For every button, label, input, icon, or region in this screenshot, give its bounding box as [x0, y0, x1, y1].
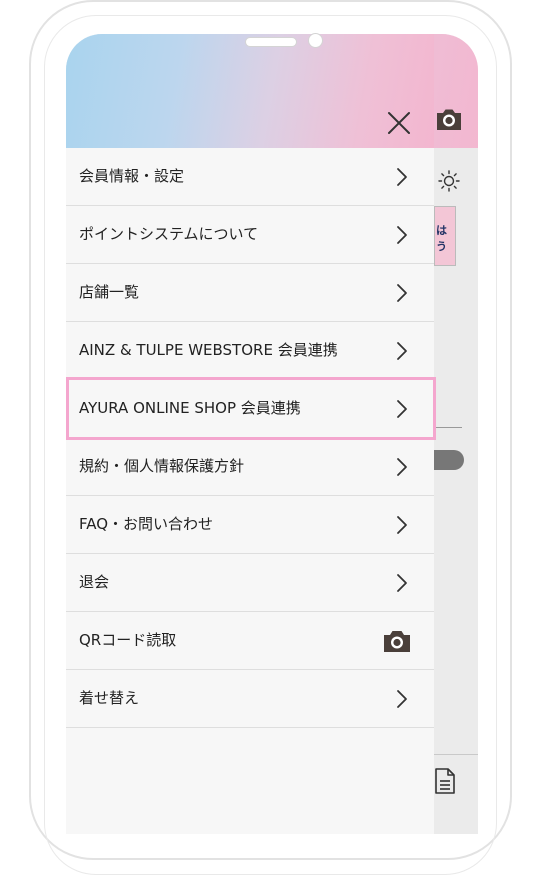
menu-item-theme-change[interactable]: 着せ替え	[66, 670, 434, 728]
camera-icon	[384, 631, 410, 652]
menu-item-label: 規約・個人情報保護方針	[79, 457, 245, 475]
close-icon[interactable]	[382, 106, 416, 140]
menu-item-label: 会員情報・設定	[79, 167, 185, 185]
background-divider	[434, 427, 462, 428]
menu-item-qr-scan[interactable]: QRコード読取	[66, 612, 434, 670]
app-screen: は う 会員情報・設定 ポイントシステムについて 店舗一覧 AINZ & TUL…	[66, 34, 478, 834]
chevron-right-icon	[397, 342, 407, 360]
chevron-right-icon	[397, 458, 407, 476]
camera-icon[interactable]	[434, 104, 464, 134]
chevron-right-icon	[397, 168, 407, 186]
menu-item-faq-contact[interactable]: FAQ・お問い合わせ	[66, 496, 434, 554]
menu-item-label: 着せ替え	[79, 689, 140, 707]
document-icon[interactable]	[434, 767, 456, 795]
menu-item-label: QRコード読取	[79, 631, 177, 649]
menu-item-ainz-tulpe-link[interactable]: AINZ & TULPE WEBSTORE 会員連携	[66, 322, 434, 380]
side-menu-drawer: 会員情報・設定 ポイントシステムについて 店舗一覧 AINZ & TULPE W…	[66, 34, 436, 834]
chevron-right-icon	[397, 226, 407, 244]
background-pill-button[interactable]	[434, 450, 464, 470]
menu-item-ayura-link[interactable]: AYURA ONLINE SHOP 会員連携	[66, 380, 434, 438]
chevron-right-icon	[397, 284, 407, 302]
menu-item-terms-privacy[interactable]: 規約・個人情報保護方針	[66, 438, 434, 496]
menu-item-withdraw[interactable]: 退会	[66, 554, 434, 612]
menu-item-label: 退会	[79, 573, 110, 591]
chevron-right-icon	[397, 574, 407, 592]
menu-item-point-system[interactable]: ポイントシステムについて	[66, 206, 434, 264]
menu-item-label: AYURA ONLINE SHOP 会員連携	[79, 399, 301, 417]
background-badge: は う	[434, 206, 456, 266]
chevron-right-icon	[397, 690, 407, 708]
menu-item-label: FAQ・お問い合わせ	[79, 515, 214, 533]
menu-item-label: AINZ & TULPE WEBSTORE 会員連携	[79, 341, 338, 359]
sun-icon[interactable]	[438, 170, 460, 192]
menu-item-member-settings[interactable]: 会員情報・設定	[66, 148, 434, 206]
menu-item-store-list[interactable]: 店舗一覧	[66, 264, 434, 322]
footer-divider	[434, 754, 478, 755]
drawer-header	[66, 34, 434, 148]
front-camera	[308, 33, 323, 48]
chevron-right-icon	[397, 516, 407, 534]
menu-list: 会員情報・設定 ポイントシステムについて 店舗一覧 AINZ & TULPE W…	[66, 148, 434, 728]
chevron-right-icon	[397, 400, 407, 418]
menu-item-label: 店舗一覧	[79, 283, 140, 301]
speaker-grille	[245, 37, 297, 47]
menu-item-label: ポイントシステムについて	[79, 225, 259, 243]
